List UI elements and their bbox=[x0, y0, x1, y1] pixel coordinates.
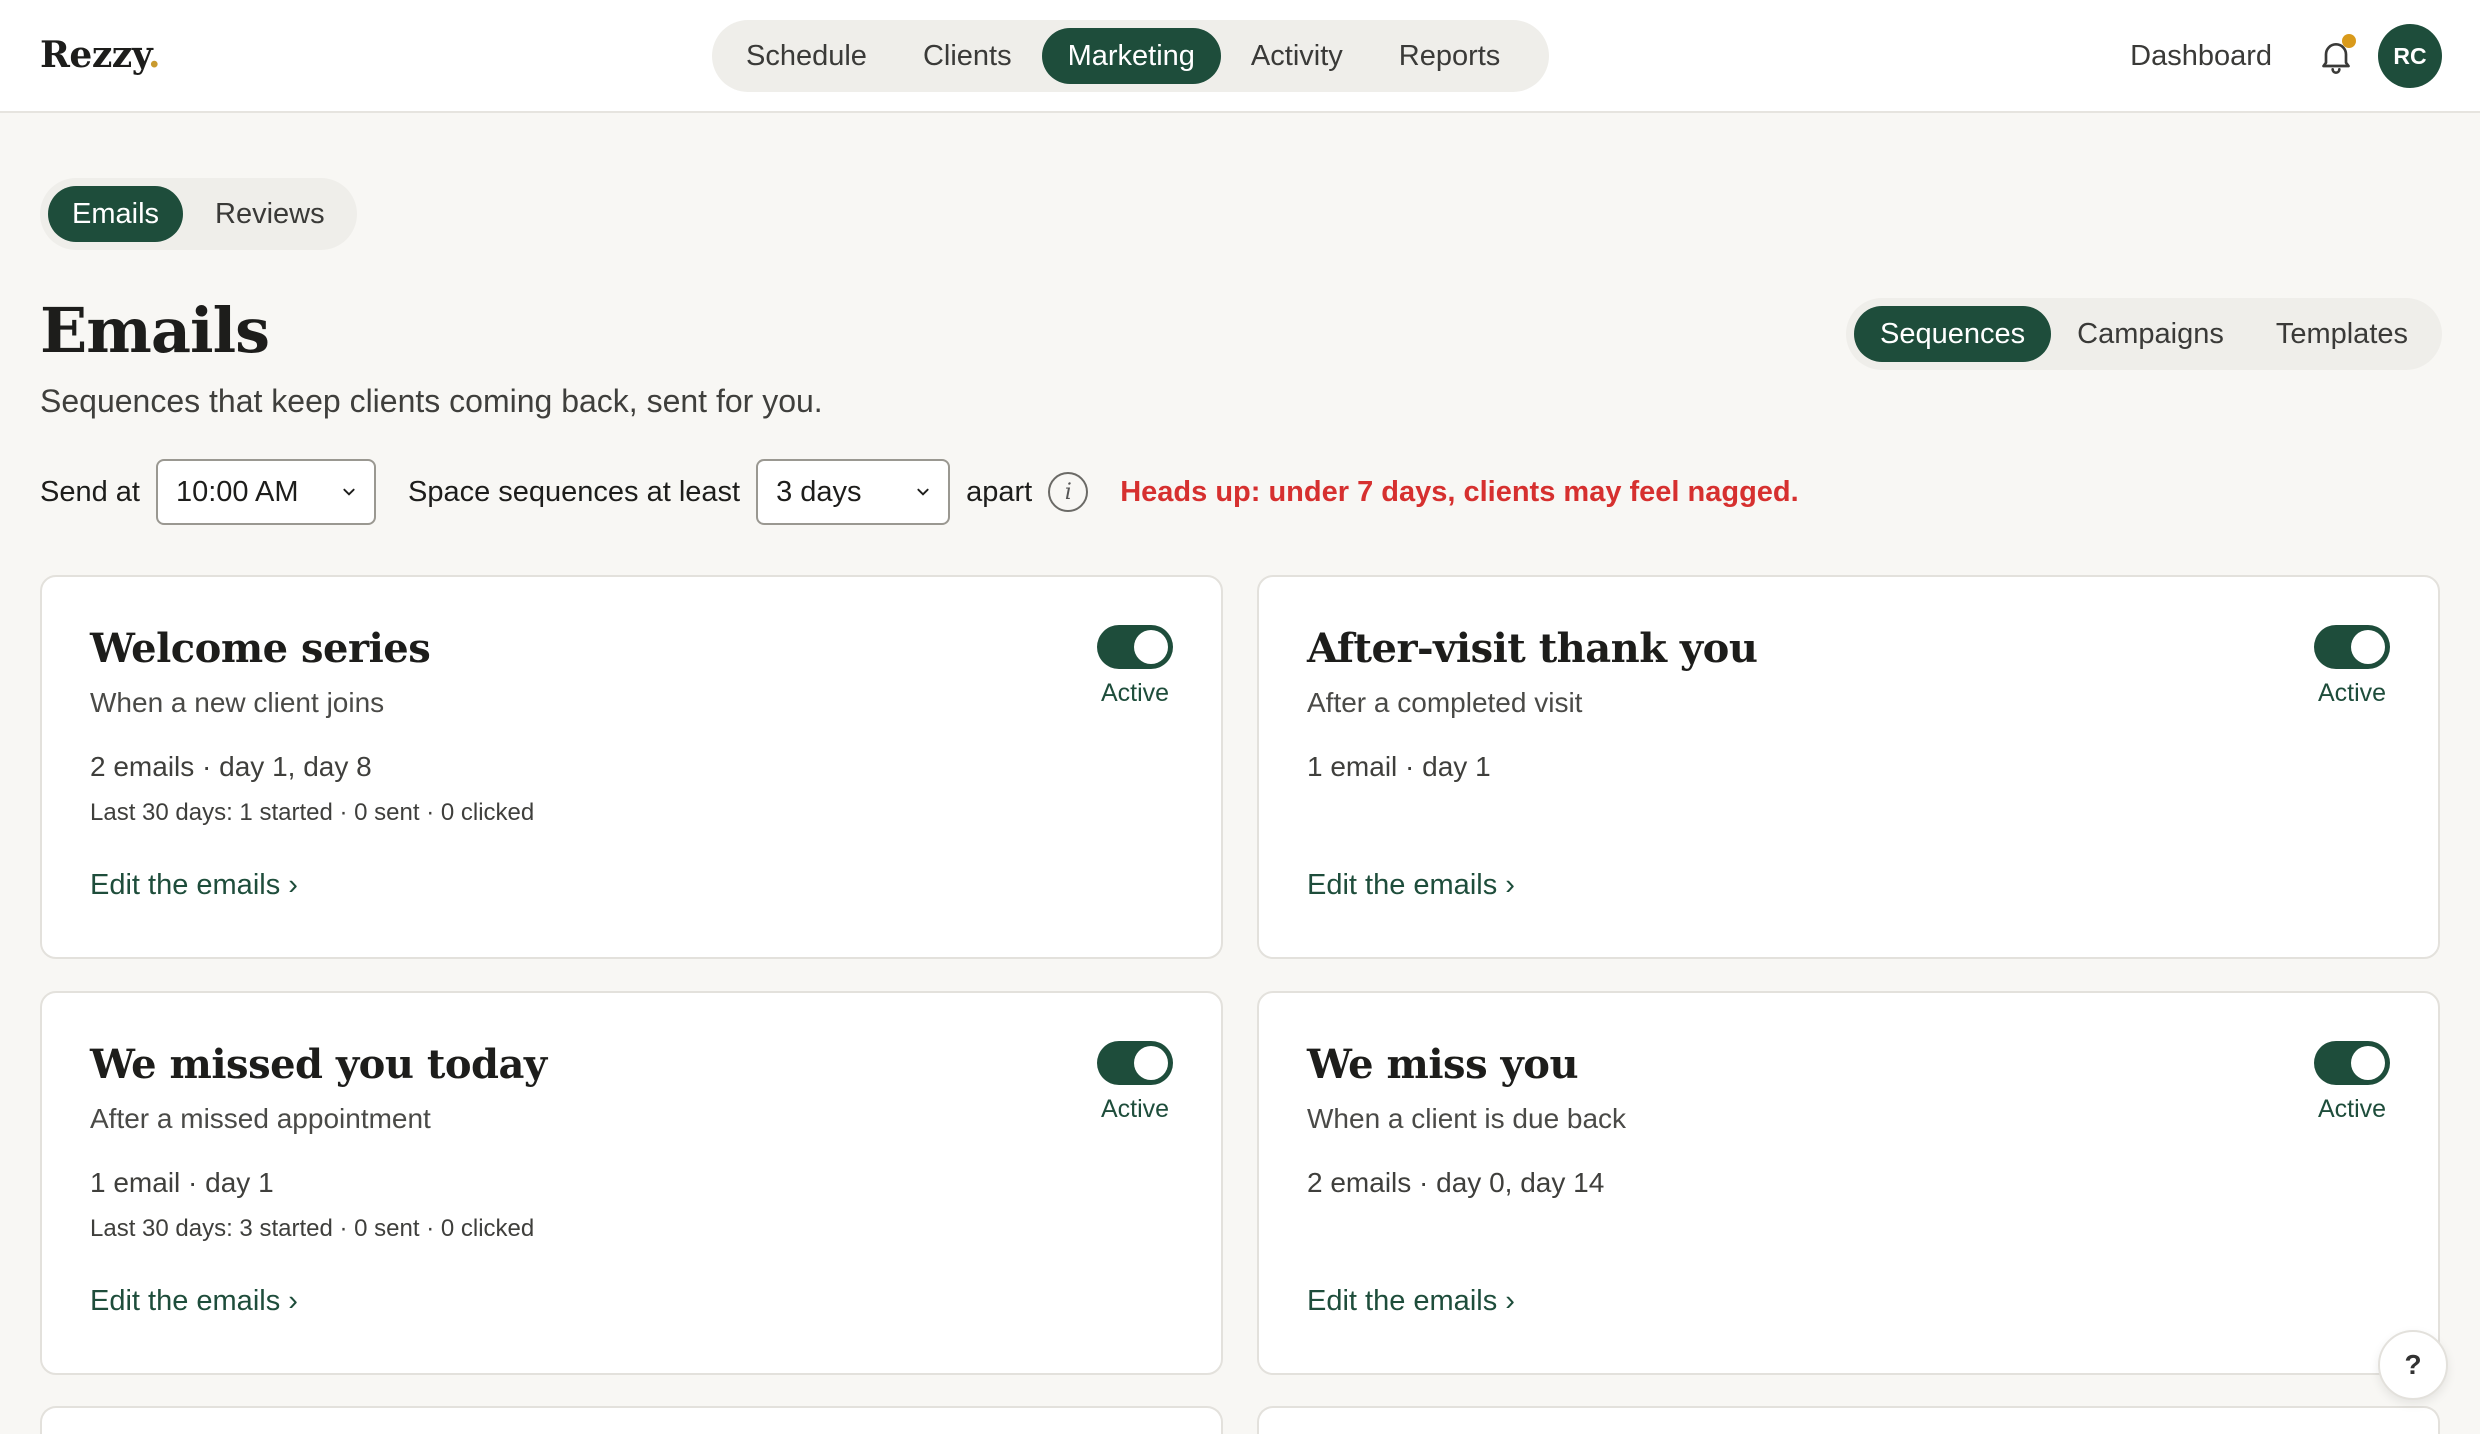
sequence-toggle[interactable] bbox=[2314, 625, 2390, 669]
spacing-warning: Heads up: under 7 days, clients may feel… bbox=[1120, 475, 1799, 508]
spacing-value: 3 days bbox=[776, 475, 862, 508]
toggle-knob bbox=[1134, 1046, 1168, 1080]
toggle-knob bbox=[2351, 1046, 2385, 1080]
nav-tab-marketing[interactable]: Marketing bbox=[1041, 28, 1221, 84]
top-right-actions: Dashboard RC bbox=[2130, 22, 2442, 90]
sequence-status: Active bbox=[2317, 1095, 2387, 1123]
help-icon: ? bbox=[2404, 1349, 2422, 1380]
email-view-tabs: Sequences Campaigns Templates bbox=[1846, 298, 2442, 370]
toggle-knob bbox=[2351, 630, 2385, 664]
tab-campaigns[interactable]: Campaigns bbox=[2051, 306, 2250, 362]
spacing-select[interactable]: 3 days bbox=[756, 459, 951, 525]
notification-badge bbox=[2342, 34, 2356, 48]
nav-tab-schedule[interactable]: Schedule bbox=[720, 28, 893, 84]
toggle-knob bbox=[1134, 630, 1168, 664]
marketing-subtabs: Emails Reviews bbox=[40, 178, 357, 250]
sequence-title: After-visit thank you bbox=[1307, 625, 1758, 672]
main-nav: Schedule Clients Marketing Activity Repo… bbox=[712, 20, 1549, 92]
nav-tab-clients[interactable]: Clients bbox=[897, 28, 1038, 84]
sequence-toggle[interactable] bbox=[1097, 1041, 1173, 1085]
sequence-settings: Send at 10:00 AM Space sequences at leas… bbox=[40, 458, 1799, 526]
chevron-down-icon bbox=[917, 488, 929, 496]
tab-sequences[interactable]: Sequences bbox=[1854, 306, 2052, 362]
sequence-title: Welcome series bbox=[90, 625, 431, 672]
send-at-label: Send at bbox=[40, 475, 140, 508]
edit-emails-link[interactable]: Edit the emails › bbox=[1307, 1285, 1515, 1318]
apart-label: apart bbox=[966, 475, 1033, 508]
sequence-stats: Last 30 days: 3 started · 0 sent · 0 cli… bbox=[90, 1215, 535, 1242]
notifications-button[interactable] bbox=[2316, 34, 2356, 76]
sequence-card: After-visit thank you After a completed … bbox=[1257, 575, 2440, 959]
sequence-trigger: When a new client joins bbox=[90, 687, 385, 718]
send-time-value: 10:00 AM bbox=[175, 475, 299, 508]
tab-templates[interactable]: Templates bbox=[2250, 306, 2434, 362]
sequence-stats: Last 30 days: 1 started · 0 sent · 0 cli… bbox=[90, 799, 535, 826]
sequence-email-count: 1 email · day 1 bbox=[1307, 751, 1491, 782]
sequence-card: We miss you When a client is due back 2 … bbox=[1257, 991, 2440, 1375]
sequence-toggle[interactable] bbox=[1097, 625, 1173, 669]
sequence-card-partial bbox=[1257, 1406, 2440, 1434]
send-time-select[interactable]: 10:00 AM bbox=[155, 459, 376, 525]
help-button[interactable]: ? bbox=[2378, 1330, 2448, 1400]
sequence-card: We missed you today After a missed appoi… bbox=[40, 991, 1223, 1375]
tab-emails[interactable]: Emails bbox=[48, 186, 184, 242]
sequence-trigger: After a completed visit bbox=[1307, 687, 1583, 718]
space-label: Space sequences at least bbox=[407, 475, 741, 508]
edit-emails-link[interactable]: Edit the emails › bbox=[90, 1285, 298, 1318]
sequence-card: Welcome series When a new client joins 2… bbox=[40, 575, 1223, 959]
sequence-title: We missed you today bbox=[90, 1041, 547, 1088]
sequence-trigger: After a missed appointment bbox=[90, 1103, 431, 1134]
top-bar: Rezzy. Schedule Clients Marketing Activi… bbox=[0, 0, 2480, 113]
sequence-status: Active bbox=[1100, 679, 1170, 707]
app-logo[interactable]: Rezzy. bbox=[40, 34, 161, 76]
sequence-email-count: 1 email · day 1 bbox=[90, 1167, 274, 1198]
tab-reviews[interactable]: Reviews bbox=[191, 186, 349, 242]
info-icon[interactable]: i bbox=[1048, 472, 1089, 512]
edit-emails-link[interactable]: Edit the emails › bbox=[1307, 869, 1515, 902]
sequence-email-count: 2 emails · day 0, day 14 bbox=[1307, 1167, 1605, 1198]
edit-emails-link[interactable]: Edit the emails › bbox=[90, 869, 298, 902]
avatar[interactable]: RC bbox=[2378, 24, 2442, 88]
sequence-trigger: When a client is due back bbox=[1307, 1103, 1627, 1134]
sequence-status: Active bbox=[2317, 679, 2387, 707]
sequence-title: We miss you bbox=[1307, 1041, 1579, 1088]
sequence-status: Active bbox=[1100, 1095, 1170, 1123]
sequence-email-count: 2 emails · day 1, day 8 bbox=[90, 751, 372, 782]
nav-tab-reports[interactable]: Reports bbox=[1373, 28, 1527, 84]
sequence-toggle[interactable] bbox=[2314, 1041, 2390, 1085]
nav-tab-activity[interactable]: Activity bbox=[1225, 28, 1369, 84]
page-title: Emails bbox=[40, 294, 270, 367]
chevron-down-icon bbox=[343, 488, 355, 496]
page-subtitle: Sequences that keep clients coming back,… bbox=[40, 383, 823, 419]
dashboard-link[interactable]: Dashboard bbox=[2130, 40, 2272, 73]
sequence-card-partial bbox=[40, 1406, 1223, 1434]
